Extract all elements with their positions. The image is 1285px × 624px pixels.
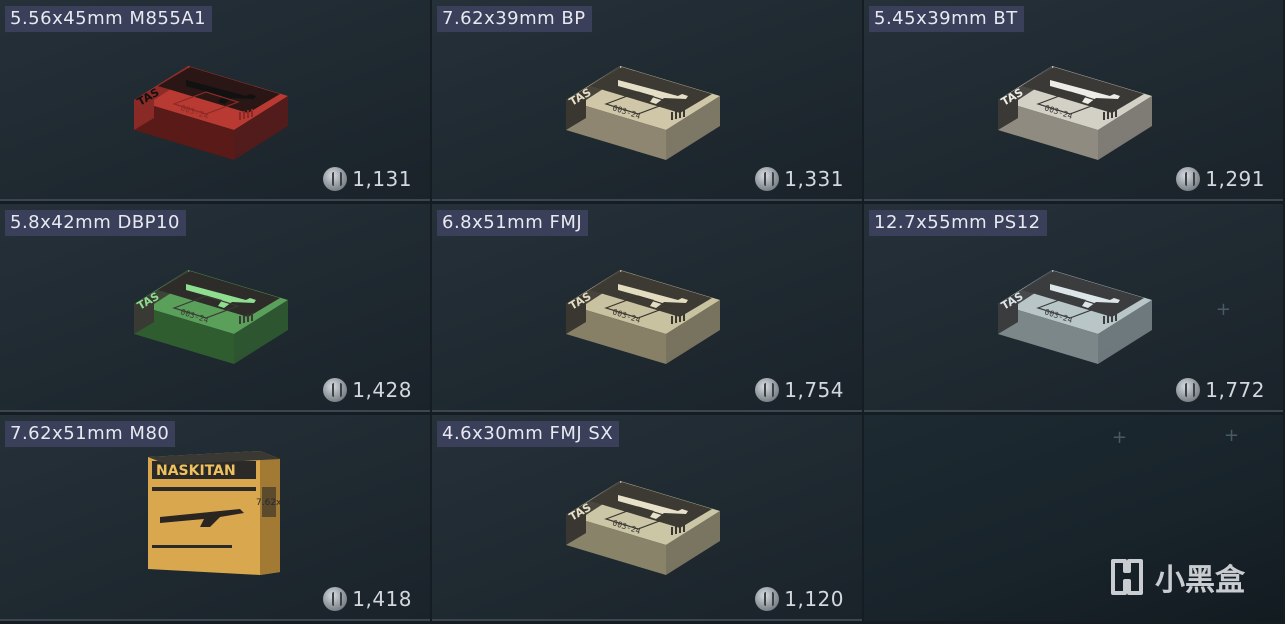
ammo-box-icon: 003-24TAS [998,66,1152,160]
ammo-box-icon: 003-24TAS [998,270,1152,364]
item-name: 7.62x39mm BP [437,6,592,32]
watermark: 小黑盒 [1107,555,1245,599]
item-card[interactable]: 5.8x42mm DBP10 003-24 TAS 1,428 [0,204,432,415]
price-value: 1,772 [1205,378,1265,402]
ammo-box-icon: 003-24TAS [134,270,288,364]
item-name: 12.7x55mm PS12 [869,210,1047,236]
item-price: 1,772 [1176,378,1265,402]
item-name: 4.6x30mm FMJ SX [437,421,620,447]
ammo-box-icon: 003-24TAS [134,66,288,160]
item-card[interactable]: 7.62x51mm M80 NASKITAN 7.62x51 1,418 [0,415,432,624]
inventory-grid: 5.56x45mm M855A1 003-24 TAS 1,131 7.62x39… [0,0,1285,624]
item-card[interactable]: 6.8x51mm FMJ 003-24 TAS 1,754 [432,204,864,415]
coin-icon [1176,167,1201,191]
item-price: 1,331 [755,167,844,191]
svg-text:NASKITAN: NASKITAN [156,463,236,479]
item-card[interactable]: 4.6x30mm FMJ SX 003-24 TAS 1,120 [432,415,864,624]
crosshair-decoration: + [1224,425,1240,446]
item-card[interactable]: 7.62x39mm BP 003-24 TAS 1,331 [432,0,864,204]
coin-icon [323,167,348,191]
heybox-logo-icon [1111,559,1143,595]
item-name: 5.8x42mm DBP10 [5,210,186,236]
ammo-box-icon: 003-24TAS [566,270,720,364]
coin-icon [323,378,348,402]
price-value: 1,754 [784,378,844,402]
item-name: 5.45x39mm BT [869,6,1024,32]
ammo-box-icon: 003-24TAS [566,66,720,160]
price-value: 1,120 [784,587,844,611]
watermark-text: 小黑盒 [1155,563,1245,598]
price-value: 1,131 [352,167,412,191]
item-card[interactable]: 12.7x55mm PS12 003-24 TAS 1,772 + [864,204,1285,415]
item-name: 7.62x51mm M80 [5,421,176,447]
coin-icon [755,587,780,611]
item-price: 1,131 [323,167,412,191]
crosshair-decoration: + [1112,427,1128,448]
item-card[interactable]: 5.45x39mm BT 003-24 TAS 1,291 [864,0,1285,204]
price-value: 1,428 [352,378,412,402]
item-name: 5.56x45mm M855A1 [5,6,213,32]
coin-icon [323,587,348,611]
ammo-box-icon: 003-24TAS [566,481,720,575]
svg-text:7.62x51: 7.62x51 [256,498,293,508]
item-card[interactable]: 5.56x45mm M855A1 003-24 TAS 1,131 [0,0,432,204]
item-price: 1,120 [755,587,844,611]
coin-icon [755,378,780,402]
item-price: 1,754 [755,378,844,402]
coin-icon [755,167,780,191]
price-value: 1,331 [784,167,844,191]
item-price: 1,291 [1176,167,1265,191]
price-value: 1,418 [352,587,412,611]
price-value: 1,291 [1205,167,1265,191]
empty-slot: + + 小黑盒 [864,415,1285,624]
item-price: 1,428 [323,378,412,402]
ammo-box-icon: NASKITAN 7.62x51 [148,451,293,575]
crosshair-decoration: + [1215,299,1231,320]
item-price: 1,418 [323,587,412,611]
coin-icon [1176,378,1201,402]
item-name: 6.8x51mm FMJ [437,210,589,236]
